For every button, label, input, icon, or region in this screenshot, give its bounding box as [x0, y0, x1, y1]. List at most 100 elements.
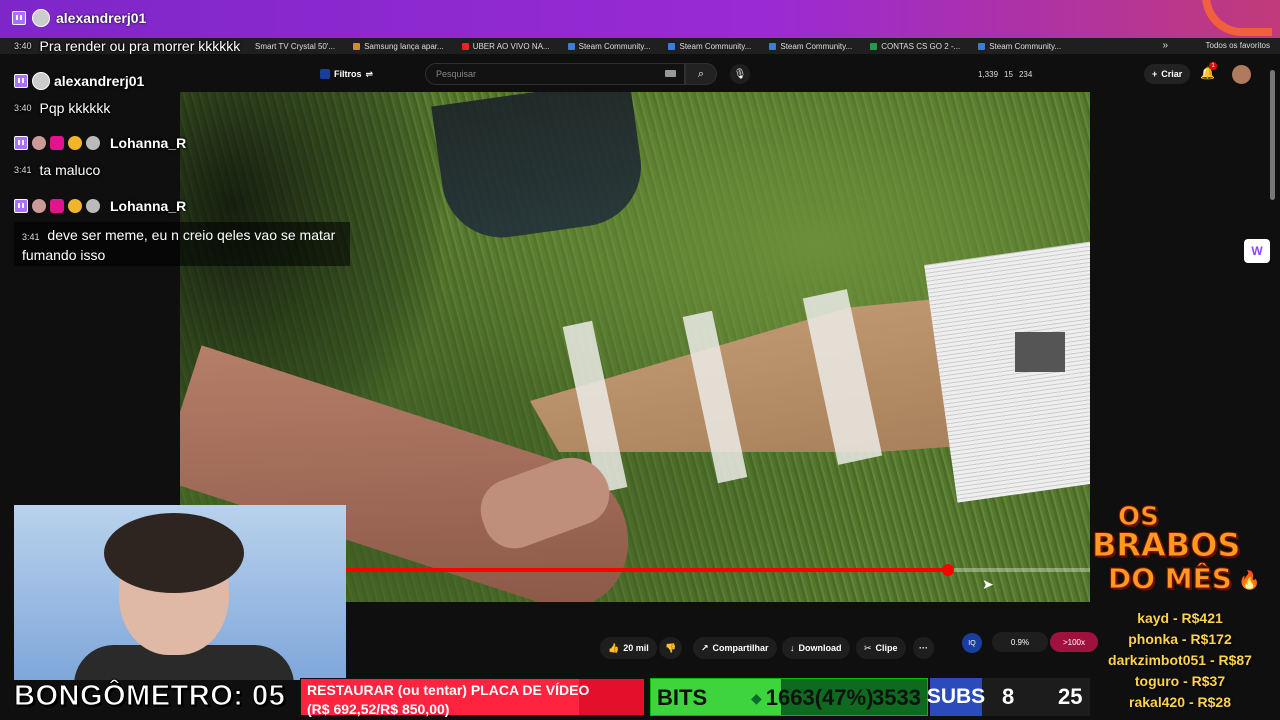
- bits-label: BITS: [657, 685, 708, 710]
- profile-avatar[interactable]: [1232, 65, 1251, 84]
- decorative-arc: [1202, 0, 1272, 36]
- donation-goal-bar: RESTAURAR (ou tentar) PLACA DE VÍDEO (R$…: [300, 678, 645, 717]
- plus-icon: +: [1152, 69, 1158, 79]
- top-donors-list: kayd - R$421 phonka - R$172 darkzimbot05…: [1090, 608, 1270, 713]
- donor-item: toguro - R$37: [1134, 673, 1226, 689]
- brabos-do-mes-logo: OS BRABOS DO MÊS 🔥: [1091, 502, 1261, 596]
- microphone-icon: 🎙: [733, 68, 747, 80]
- heart-badge-icon: [50, 136, 64, 150]
- bookmark-item[interactable]: Smart TV Crystal 50'...: [255, 42, 335, 51]
- download-button[interactable]: ↓ Download: [782, 637, 850, 659]
- iq-badge[interactable]: IQ: [962, 633, 982, 653]
- scrollbar-thumb[interactable]: [1270, 70, 1275, 200]
- subs-counter: SUBS 8 25: [927, 678, 1090, 716]
- chat-message: 3:41 ta maluco: [14, 162, 101, 178]
- filters-button[interactable]: Filtros ⇌: [320, 65, 373, 83]
- like-button[interactable]: 👍 20 mil: [600, 637, 657, 659]
- subs-label: SUBS: [927, 678, 985, 716]
- bongometro-counter: BONGÔMETRO: 05: [13, 680, 286, 713]
- search-box: [425, 63, 685, 85]
- bookmarks-more-button[interactable]: »: [1162, 40, 1168, 51]
- sliders-icon: ⇌: [365, 68, 374, 79]
- twitch-icon: [14, 74, 28, 88]
- subs-goal: 25: [1058, 684, 1083, 709]
- bookmark-icon: [353, 42, 361, 50]
- stat-c: 234: [1018, 70, 1033, 79]
- percent-badge: 0.9%: [992, 632, 1048, 652]
- iq-icon: [320, 69, 330, 79]
- donor-item: kayd - R$421: [1137, 610, 1223, 626]
- chat-header: Lohanna_R: [14, 135, 186, 151]
- streamer-webcam: [14, 505, 346, 680]
- bits-goal-value: 3533: [872, 685, 921, 710]
- scissors-icon: ✂: [864, 642, 872, 653]
- youtube-icon: [461, 42, 469, 50]
- bookmark-item[interactable]: Samsung lança apar...: [353, 42, 444, 51]
- dislike-button[interactable]: 👎: [659, 637, 683, 659]
- emoji-badge-icon: [68, 199, 82, 213]
- user-avatar-icon: [32, 72, 50, 90]
- twitch-icon: [14, 199, 28, 213]
- thumbs-down-icon: 👎: [665, 642, 677, 653]
- chat-message: 3:40 Pqp kkkkkk: [14, 100, 111, 116]
- share-icon: ↗: [701, 642, 709, 653]
- money-badge-icon: [86, 136, 100, 150]
- search-button[interactable]: ⌕: [685, 63, 717, 85]
- clip-button[interactable]: ✂ Clipe: [856, 637, 906, 659]
- bookmark-item[interactable]: Steam Community...: [769, 42, 852, 51]
- bookmark-item[interactable]: CONTAS CS GO 2 -...: [870, 42, 960, 51]
- search-icon: ⌕: [697, 67, 705, 80]
- steam-icon: [978, 42, 986, 50]
- chat-header: alexandrerj01: [14, 72, 144, 90]
- user-avatar-icon: [32, 136, 46, 150]
- chat-message: 3:40 Pra render ou pra morrer kkkkkk: [14, 38, 241, 54]
- top-username: alexandrerj01: [56, 10, 147, 26]
- progress-played: [345, 568, 949, 572]
- twitch-icon: [12, 11, 26, 25]
- mouse-cursor-icon: ➤: [982, 576, 994, 592]
- stat-b: 15: [1004, 70, 1013, 79]
- donor-item: phonka - R$172: [1128, 631, 1232, 647]
- steam-icon: [668, 42, 676, 50]
- heart-badge-icon: [50, 199, 64, 213]
- bookmark-item[interactable]: Steam Community...: [567, 42, 650, 51]
- bookmark-item[interactable]: Steam Community...: [978, 42, 1061, 51]
- steam-icon: [567, 42, 575, 50]
- money-badge-icon: [86, 199, 100, 213]
- notification-badge: 1: [1209, 62, 1217, 70]
- chat-message-highlight: 3:41 deve ser meme, eu n creio qeles vao…: [14, 222, 350, 266]
- stat-a: 1,339: [978, 70, 999, 79]
- subs-current: 8: [1002, 684, 1015, 709]
- bits-value: ◆ 1663(47%): [751, 685, 874, 710]
- sheets-icon: [870, 42, 878, 50]
- video-progress-bar[interactable]: [345, 564, 1090, 576]
- all-favorites-folder[interactable]: Todos os favoritos: [1206, 41, 1270, 50]
- chat-username: alexandrerj01: [54, 73, 145, 89]
- webcam-hair: [104, 513, 244, 593]
- extension-widget-icon[interactable]: W: [1244, 239, 1270, 263]
- chat-username: Lohanna_R: [110, 135, 187, 151]
- chat-username: Lohanna_R: [110, 198, 187, 214]
- gem-icon: ◆: [751, 689, 762, 706]
- donation-goal-text: RESTAURAR (ou tentar) PLACA DE VÍDEO (R$…: [307, 682, 590, 717]
- stream-top-bar: alexandrerj01: [0, 0, 1280, 38]
- bookmark-item[interactable]: Steam Community...: [668, 42, 751, 51]
- share-button[interactable]: ↗ Compartilhar: [693, 637, 777, 659]
- keyboard-icon[interactable]: [665, 70, 676, 77]
- donor-item: rakal420 - R$28: [1129, 694, 1231, 710]
- more-actions-button[interactable]: ···: [913, 637, 934, 659]
- download-icon: ↓: [790, 643, 795, 653]
- user-avatar-icon: [32, 9, 50, 27]
- video-frame-news-photo: [1015, 332, 1065, 372]
- bits-goal-bar: BITS ◆ 1663(47%) 3533: [650, 678, 928, 716]
- stream-bottom-overlay: BONGÔMETRO: 05 RESTAURAR (ou tentar) PLA…: [0, 678, 1090, 720]
- search-input[interactable]: [426, 64, 646, 84]
- steam-icon: [769, 42, 777, 50]
- create-button[interactable]: + Criar: [1144, 64, 1191, 84]
- more-icon: ···: [919, 643, 928, 653]
- voice-search-button[interactable]: 🎙: [730, 64, 750, 84]
- twitch-icon: [14, 136, 28, 150]
- extension-stats: 1,339 15 234: [978, 70, 1032, 79]
- bookmark-item[interactable]: UBER AO VIVO NA...: [461, 42, 550, 51]
- chat-header: Lohanna_R: [14, 198, 186, 214]
